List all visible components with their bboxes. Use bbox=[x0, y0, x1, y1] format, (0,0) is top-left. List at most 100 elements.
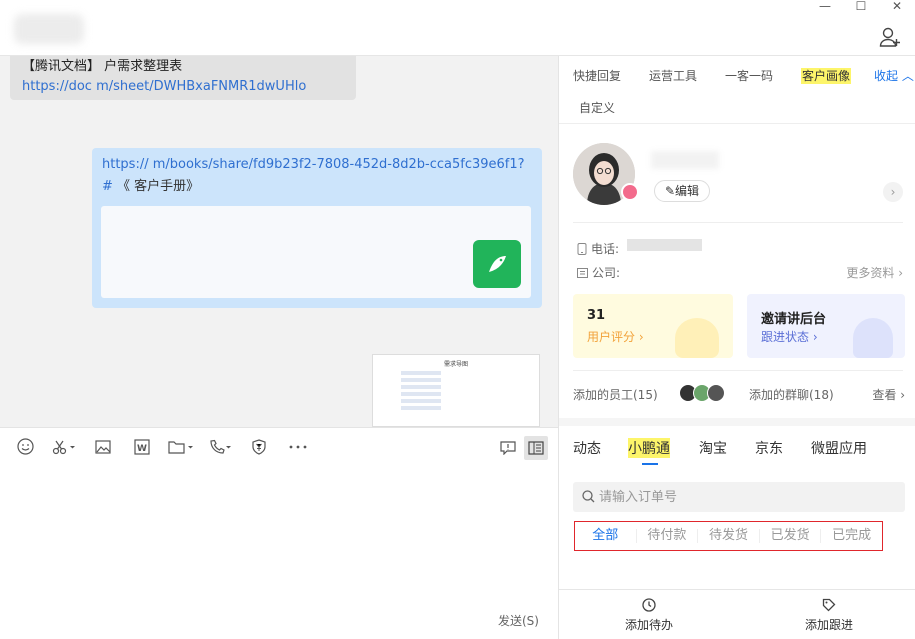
chevron-up-icon: ︿ bbox=[901, 69, 914, 83]
tab-customer-profile[interactable]: 客户画像 bbox=[801, 68, 852, 84]
tab-jd[interactable]: 京东 bbox=[755, 438, 783, 458]
edit-button[interactable]: ✎编辑 bbox=[654, 180, 710, 202]
thumb-row bbox=[401, 399, 441, 403]
female-gender-icon bbox=[621, 183, 639, 201]
phone-row: 电话: bbox=[577, 240, 619, 257]
emoji-icon[interactable] bbox=[10, 435, 40, 459]
add-followup-button[interactable]: 添加跟进 bbox=[789, 598, 869, 633]
message-bubble-doc[interactable]: 【腾讯文档】 户需求整理表 https://doc m/sheet/DWHBxa… bbox=[10, 56, 356, 100]
clock-icon bbox=[609, 598, 689, 616]
sidebar-bottom-actions: 添加待办 添加跟进 bbox=[559, 589, 915, 639]
sidebar-tab-bar: 快捷回复 运营工具 一客一码 客户画像 收起 ︿ 自定义 bbox=[559, 56, 915, 124]
section-separator bbox=[559, 418, 915, 426]
filter-shipped[interactable]: 已发货 bbox=[760, 529, 822, 543]
link-preview-card[interactable] bbox=[101, 206, 531, 298]
filter-all[interactable]: 全部 bbox=[575, 529, 637, 543]
edit-label: 编辑 bbox=[675, 184, 700, 198]
sidebar-toggle-icon[interactable] bbox=[524, 436, 548, 460]
link-title: 《 客户手册》 bbox=[117, 179, 200, 194]
input-toolbar: W bbox=[0, 427, 558, 465]
follow-status-text: 跟进状态 bbox=[761, 330, 810, 344]
app-bird-icon bbox=[473, 240, 521, 288]
collapse-button[interactable]: 收起 ︿ bbox=[874, 68, 914, 84]
tab-taobao[interactable]: 淘宝 bbox=[699, 438, 727, 458]
close-button[interactable]: ✕ bbox=[879, 0, 915, 14]
more-info-label: 更多资料 bbox=[846, 266, 895, 280]
tab-activity[interactable]: 动态 bbox=[573, 438, 601, 458]
word-doc-icon[interactable]: W bbox=[127, 435, 157, 459]
company-icon bbox=[577, 268, 588, 278]
window-controls: — ☐ ✕ bbox=[807, 0, 915, 14]
added-staff-link[interactable]: 添加的员工(15) bbox=[573, 388, 658, 402]
screenshot-scissors-icon[interactable] bbox=[49, 435, 79, 459]
order-search-box bbox=[573, 482, 905, 512]
phone-device-icon bbox=[577, 242, 587, 255]
tab-ops-tools[interactable]: 运营工具 bbox=[649, 68, 697, 84]
toolbar-right-group bbox=[496, 436, 548, 460]
user-score-card[interactable]: 31 用户评分 › bbox=[573, 294, 733, 358]
more-icon[interactable] bbox=[283, 435, 313, 459]
folder-icon[interactable] bbox=[166, 435, 196, 459]
doc-link[interactable]: https://doc m/sheet/DWHBxaFNMR1dwUHlo bbox=[22, 76, 344, 98]
chat-header bbox=[0, 0, 915, 56]
tab-custom[interactable]: 自定义 bbox=[579, 100, 615, 116]
thumb-row bbox=[401, 371, 441, 375]
add-user-icon[interactable] bbox=[879, 26, 901, 48]
score-value: 31 bbox=[587, 308, 606, 323]
chevron-right-icon[interactable]: › bbox=[883, 182, 903, 202]
thumb-row bbox=[401, 406, 441, 410]
image-thumbnail[interactable]: 需求导图 bbox=[372, 354, 540, 427]
person-decor-icon bbox=[853, 318, 893, 358]
order-source-tabs: 动态 小鹏通 淘宝 京东 微盟应用 bbox=[559, 436, 915, 470]
tab-quick-reply[interactable]: 快捷回复 bbox=[573, 68, 621, 84]
invite-card[interactable]: 邀请讲后台 跟进状态 › bbox=[747, 294, 905, 358]
customer-nickname-blurred bbox=[651, 151, 719, 169]
order-status-filter: 全部 待付款 待发货 已发货 已完成 bbox=[574, 521, 883, 551]
message-bubble-link[interactable]: https:// m/books/share/fd9b23f2-7808-452… bbox=[92, 148, 542, 308]
tab-one-customer-code[interactable]: 一客一码 bbox=[725, 68, 773, 84]
active-tab-underline bbox=[642, 463, 658, 465]
thumbnail-title: 需求导图 bbox=[443, 361, 468, 368]
collapse-label: 收起 bbox=[874, 69, 899, 83]
filter-pending-shipment[interactable]: 待发货 bbox=[698, 529, 760, 543]
maximize-button[interactable]: ☐ bbox=[843, 0, 879, 14]
filter-completed[interactable]: 已完成 bbox=[821, 529, 882, 543]
customer-sidebar: 快捷回复 运营工具 一客一码 客户画像 收起 ︿ 自定义 ✎编辑 › 电话: 公… bbox=[558, 56, 915, 639]
pencil-icon: ✎ bbox=[664, 184, 676, 198]
staff-avatar bbox=[707, 384, 725, 402]
thumb-row bbox=[401, 392, 441, 396]
send-button[interactable]: 发送(S) bbox=[498, 612, 539, 629]
thumb-row bbox=[401, 378, 441, 382]
more-info-link[interactable]: 更多资料 › bbox=[846, 264, 903, 281]
follow-status-label: 跟进状态 › bbox=[761, 330, 818, 344]
staff-group-row: 添加的员工(15) 添加的群聊(18) 查看 › bbox=[573, 384, 905, 403]
invite-title: 邀请讲后台 bbox=[761, 312, 827, 327]
phone-label: 电话: bbox=[591, 242, 620, 256]
image-icon[interactable] bbox=[88, 435, 118, 459]
add-todo-button[interactable]: 添加待办 bbox=[609, 598, 689, 633]
thumb-row bbox=[401, 385, 441, 389]
tab-xiaopengtong[interactable]: 小鹏通 bbox=[628, 438, 670, 458]
order-number-input[interactable] bbox=[599, 482, 899, 512]
divider bbox=[573, 222, 903, 223]
minimize-button[interactable]: — bbox=[807, 0, 843, 14]
svg-text:W: W bbox=[137, 444, 147, 454]
tab-weimeng[interactable]: 微盟应用 bbox=[811, 438, 867, 458]
doc-title: 【腾讯文档】 户需求整理表 bbox=[22, 59, 183, 74]
view-label: 查看 bbox=[872, 388, 897, 402]
score-decor-icon bbox=[675, 318, 719, 358]
book-share-link[interactable]: https:// m/books/share/fd9b23f2-7808-452… bbox=[102, 154, 532, 198]
contact-name-blurred bbox=[14, 14, 84, 44]
phone-icon[interactable] bbox=[205, 435, 235, 459]
add-followup-label: 添加跟进 bbox=[804, 618, 853, 632]
chat-message-area[interactable]: 【腾讯文档】 户需求整理表 https://doc m/sheet/DWHBxa… bbox=[0, 56, 558, 427]
chat-record-icon[interactable] bbox=[496, 436, 520, 460]
score-label: 用户评分 › bbox=[587, 330, 644, 344]
company-row: 公司: bbox=[577, 264, 620, 281]
payment-icon[interactable] bbox=[244, 435, 274, 459]
phone-value-blurred bbox=[627, 239, 702, 251]
filter-pending-payment[interactable]: 待付款 bbox=[637, 529, 699, 543]
company-label: 公司: bbox=[592, 266, 621, 280]
view-link[interactable]: 查看 › bbox=[872, 386, 905, 403]
added-groups-link[interactable]: 添加的群聊(18) bbox=[749, 386, 834, 403]
